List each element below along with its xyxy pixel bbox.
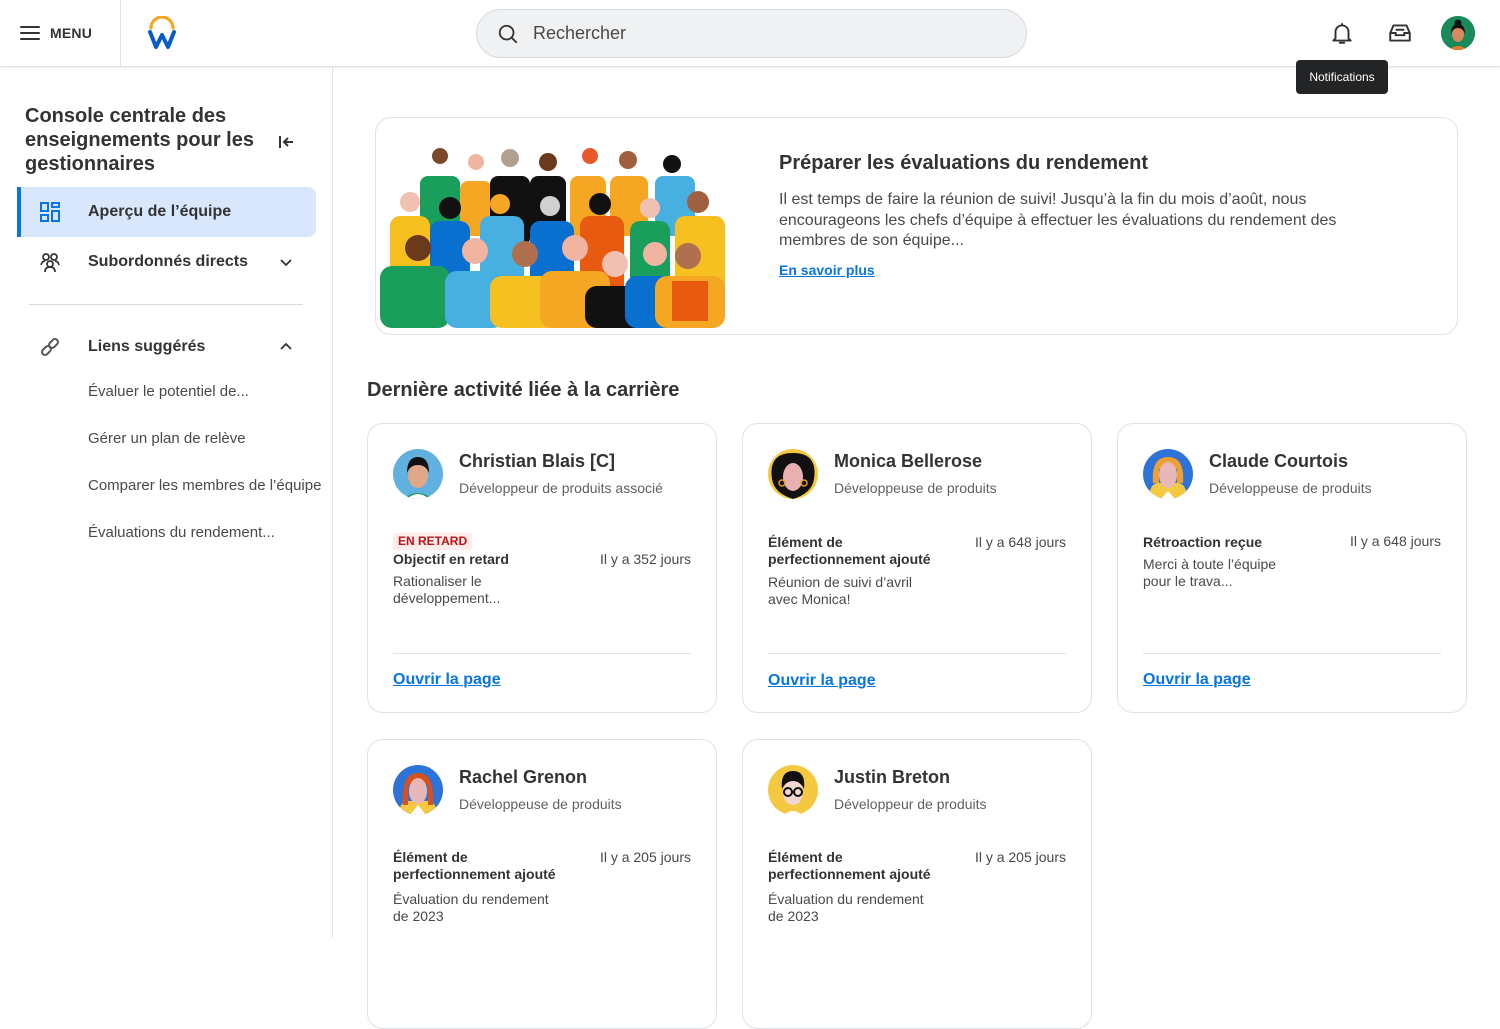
- activity-description: Réunion de suivi d’avril avec Monica!: [768, 574, 912, 607]
- person-role: Développeuse de produits: [1209, 480, 1372, 496]
- activity-description: Évaluation du rendement de 2023: [768, 891, 924, 924]
- link-icon: [41, 338, 59, 356]
- person-name: Christian Blais [C]: [459, 451, 616, 471]
- sidebar-title: Console centrale des enseignements pour …: [25, 105, 254, 175]
- activity-card: Claude Courtois Développeuse de produits…: [1117, 423, 1467, 713]
- person-role: Développeur de produits associé: [459, 480, 663, 496]
- card-divider: [768, 653, 1066, 654]
- activity-title: Rétroaction reçue: [1143, 534, 1263, 550]
- activity-title: Objectif en retard: [393, 551, 509, 567]
- chevron-up-icon[interactable]: [276, 337, 296, 357]
- team-icon: [40, 253, 60, 273]
- suggested-link[interactable]: Comparer les membres de l’équipe: [88, 477, 321, 494]
- suggested-link[interactable]: Gérer un plan de relève: [88, 430, 246, 447]
- activity-description: Rationaliser le développement...: [393, 573, 501, 606]
- card-divider: [393, 653, 691, 654]
- person-name: Justin Breton: [834, 767, 951, 787]
- crowd-illustration: [380, 148, 725, 328]
- suggested-link[interactable]: Évaluer le potentiel de...: [88, 383, 249, 400]
- open-page-link[interactable]: Ouvrir la page: [1143, 671, 1251, 689]
- activity-time: Il y a 648 jours: [1349, 533, 1441, 549]
- sidebar-item-label: Subordonnés directs: [88, 253, 249, 270]
- activity-card: Justin Breton Développeur de produits Él…: [742, 739, 1092, 1029]
- chevron-down-icon[interactable]: [276, 252, 296, 272]
- avatar: [393, 449, 443, 499]
- sidebar-divider: [29, 304, 303, 305]
- search-bar[interactable]: [476, 9, 1027, 58]
- bell-icon[interactable]: [1329, 20, 1355, 46]
- activity-title: Élément de perfectionnement ajouté: [393, 849, 556, 882]
- user-avatar[interactable]: [1441, 16, 1475, 50]
- person-role: Développeuse de produits: [459, 796, 622, 812]
- avatar: [768, 449, 818, 499]
- person-avatar-icon: [768, 765, 818, 815]
- workday-logo[interactable]: [146, 16, 178, 50]
- activity-card: Christian Blais [C] Développeur de produ…: [367, 423, 717, 713]
- suggested-link[interactable]: Évaluations du rendement...: [88, 524, 275, 541]
- notifications-tooltip: Notifications: [1296, 60, 1388, 94]
- avatar: [768, 765, 818, 815]
- menu-label: MENU: [50, 25, 93, 41]
- person-avatar-icon: [768, 449, 818, 499]
- activity-title: Élément de perfectionnement ajouté: [768, 534, 931, 567]
- top-header: MENU: [0, 0, 1500, 67]
- open-page-link[interactable]: Ouvrir la page: [393, 671, 501, 689]
- inbox-icon[interactable]: [1387, 20, 1413, 46]
- sidebar-item-team-overview[interactable]: Aperçu de l’équipe: [17, 187, 316, 237]
- section-title: Dernière activité liée à la carrière: [367, 379, 680, 401]
- activity-card: Rachel Grenon Développeuse de produits É…: [367, 739, 717, 1029]
- avatar: [393, 765, 443, 815]
- person-name: Monica Bellerose: [834, 451, 983, 471]
- promo-banner: Préparer les évaluations du rendement Il…: [375, 117, 1458, 335]
- sidebar-item-suggested-links[interactable]: Liens suggérés: [17, 322, 316, 372]
- person-name: Rachel Grenon: [459, 767, 588, 787]
- sidebar: Console centrale des enseignements pour …: [0, 67, 333, 938]
- person-role: Développeuse de produits: [834, 480, 997, 496]
- header-divider: [120, 0, 121, 67]
- activity-time: Il y a 352 jours: [599, 551, 691, 567]
- activity-description: Évaluation du rendement de 2023: [393, 891, 549, 924]
- avatar-icon: [1441, 16, 1475, 50]
- person-avatar-icon: [393, 765, 443, 815]
- learn-more-link[interactable]: En savoir plus: [779, 262, 875, 278]
- avatar: [1143, 449, 1193, 499]
- late-badge: EN RETARD: [393, 533, 473, 550]
- sidebar-item-label: Aperçu de l’équipe: [88, 203, 232, 220]
- menu-button[interactable]: MENU: [20, 20, 92, 46]
- person-avatar-icon: [393, 449, 443, 499]
- banner-text: Il est temps de faire la réunion de suiv…: [779, 191, 1337, 249]
- banner-title: Préparer les évaluations du rendement: [779, 152, 1149, 174]
- person-avatar-icon: [1143, 449, 1193, 499]
- activity-title: Élément de perfectionnement ajouté: [768, 849, 931, 882]
- activity-card: Monica Bellerose Développeuse de produit…: [742, 423, 1092, 713]
- card-divider: [1143, 653, 1441, 654]
- search-input[interactable]: [533, 23, 993, 44]
- search-icon: [498, 24, 518, 43]
- person-role: Développeur de produits: [834, 796, 987, 812]
- activity-time: Il y a 205 jours: [599, 849, 691, 865]
- sidebar-item-direct-reports[interactable]: Subordonnés directs: [17, 237, 316, 287]
- dashboard-icon: [40, 202, 60, 222]
- activity-time: Il y a 648 jours: [974, 534, 1066, 550]
- activity-time: Il y a 205 jours: [974, 849, 1066, 865]
- sidebar-item-label: Liens suggérés: [88, 338, 206, 355]
- collapse-sidebar-icon[interactable]: [276, 131, 298, 153]
- open-page-link[interactable]: Ouvrir la page: [768, 672, 876, 690]
- menu-icon: [20, 26, 40, 40]
- activity-description: Merci à toute l’équipe pour le trava...: [1143, 556, 1277, 589]
- person-name: Claude Courtois: [1209, 451, 1349, 471]
